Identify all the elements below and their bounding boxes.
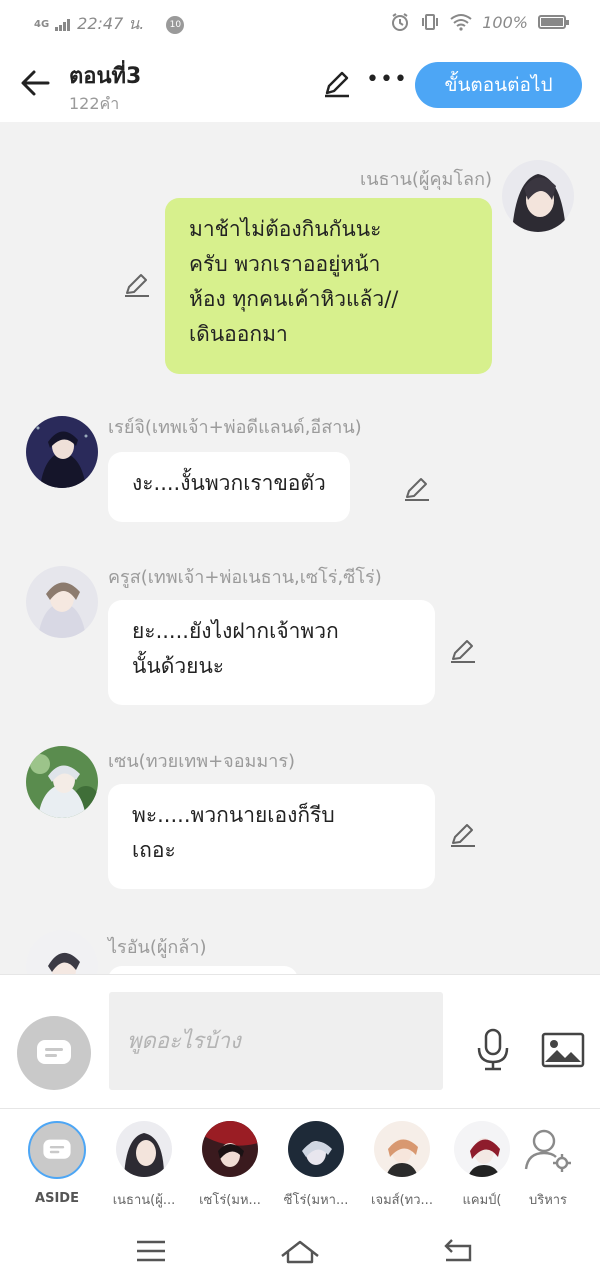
- message-line: ยะ.....ยังไงฝากเจ้าพวก: [132, 619, 339, 643]
- character-label: เนธาน(ผู้...: [112, 1193, 176, 1208]
- character-item[interactable]: เจมส์(ทว...: [360, 1121, 444, 1210]
- system-nav-bar: [0, 1216, 600, 1287]
- status-right: 100%: [390, 12, 569, 32]
- message-line: นั้นด้วยนะ: [132, 654, 225, 678]
- message-item: เซน(ทวยเทพ+จอมมาร) พะ.....พวกนายเองก็รีบ…: [0, 746, 600, 896]
- microphone-icon[interactable]: [473, 1028, 513, 1072]
- pencil-icon[interactable]: [322, 68, 352, 98]
- page-title: ตอนที่3: [69, 64, 142, 89]
- character-bar: ASIDE เนธาน(ผู้... เซโร่(มห... ซีโร่(มหา…: [0, 1108, 600, 1216]
- message-bubble[interactable]: งะ....งั้นพวกเราขอตัว: [108, 452, 350, 522]
- status-bar: 4G 22:47 น. 10 100%: [0, 0, 600, 48]
- word-count: 122คำ: [69, 94, 120, 113]
- menu-icon[interactable]: [131, 1236, 171, 1266]
- speaker-name: ครูส(เทพเจ้า+พ่อเนธาน,เซโร่,ซีโร่): [108, 567, 382, 588]
- chat-area: เนธาน(ผู้คุมโลก) มาช้าไม่ต้องกินกันนะ คร…: [0, 122, 600, 974]
- next-step-button[interactable]: ขั้นตอนต่อไป: [415, 62, 582, 108]
- notification-badge: 10: [166, 15, 185, 34]
- back-nav-icon[interactable]: [438, 1236, 478, 1266]
- status-left: 4G 22:47 น. 10: [34, 12, 185, 37]
- message-line: เถอะ: [132, 838, 176, 862]
- avatar: [288, 1121, 344, 1177]
- character-item[interactable]: ซีโร่(มหา...: [274, 1121, 358, 1210]
- character-label: ASIDE: [35, 1191, 79, 1206]
- status-time: 22:47 น.: [77, 14, 145, 33]
- character-aside[interactable]: ASIDE: [15, 1121, 99, 1206]
- message-item: เรย์จิ(เทพเจ้า+พ่อดีแลนด์,อีสาน) งะ....ง…: [0, 412, 600, 532]
- composer: [0, 974, 600, 1108]
- message-line: ครับ พวกเราออยู่หน้า: [189, 252, 381, 276]
- message-line: ห้อง ทุกคนเค้าหิวแล้ว//: [189, 287, 399, 311]
- home-icon[interactable]: [280, 1236, 320, 1266]
- character-item[interactable]: เซโร่(มห...: [188, 1121, 272, 1210]
- image-icon[interactable]: [541, 1032, 585, 1068]
- aside-toggle-button[interactable]: [17, 1016, 91, 1090]
- manage-characters-button[interactable]: บริหาร: [506, 1121, 590, 1210]
- avatar: [454, 1121, 510, 1177]
- message-line: พะ.....พวกนายเองก็รีบ: [132, 803, 335, 827]
- message-input[interactable]: [109, 992, 443, 1090]
- character-label: เซโร่(มห...: [199, 1193, 261, 1208]
- aside-chat-icon: [43, 1139, 71, 1159]
- character-label: บริหาร: [528, 1193, 568, 1208]
- back-arrow-icon[interactable]: [18, 66, 52, 100]
- avatar[interactable]: [26, 566, 98, 638]
- aside-chat-icon: [37, 1040, 71, 1064]
- top-app-bar: ตอนที่3 122คำ ••• ขั้นตอนต่อไป: [0, 48, 600, 122]
- more-icon[interactable]: •••: [366, 68, 407, 98]
- message-line: เดินออกมา: [189, 322, 288, 346]
- avatar[interactable]: [502, 160, 574, 232]
- signal-icon: [55, 18, 71, 31]
- battery-icon: [538, 15, 569, 29]
- manage-user-icon: [520, 1121, 576, 1177]
- speaker-name: เซน(ทวยเทพ+จอมมาร): [108, 751, 296, 772]
- character-item[interactable]: เนธาน(ผู้...: [102, 1121, 186, 1210]
- network-indicator: 4G: [34, 18, 50, 30]
- vibrate-icon: [422, 14, 439, 30]
- message-bubble[interactable]: [108, 966, 298, 974]
- avatar: [374, 1121, 430, 1177]
- message-item: เนธาน(ผู้คุมโลก) มาช้าไม่ต้องกินกันนะ คร…: [0, 122, 600, 382]
- message-bubble[interactable]: พะ.....พวกนายเองก็รีบ เถอะ: [108, 784, 435, 889]
- message-bubble[interactable]: มาช้าไม่ต้องกินกันนะ ครับ พวกเราออยู่หน้…: [165, 198, 492, 374]
- speaker-name: เรย์จิ(เทพเจ้า+พ่อดีแลนด์,อีสาน): [108, 417, 362, 438]
- battery-percent: 100%: [482, 12, 528, 32]
- message-bubble[interactable]: ยะ.....ยังไงฝากเจ้าพวก นั้นด้วยนะ: [108, 600, 435, 705]
- message-item: ครูส(เทพเจ้า+พ่อเนธาน,เซโร่,ซีโร่) ยะ...…: [0, 562, 600, 712]
- alarm-icon: [392, 13, 409, 31]
- pencil-icon[interactable]: [122, 270, 152, 300]
- pencil-icon[interactable]: [448, 636, 478, 666]
- message-line: มาช้าไม่ต้องกินกันนะ: [189, 217, 382, 241]
- avatar[interactable]: [26, 930, 98, 974]
- speaker-name: ไรอัน(ผู้กล้า): [108, 937, 207, 958]
- avatar[interactable]: [26, 746, 98, 818]
- avatar: [116, 1121, 172, 1177]
- character-label: ซีโร่(มหา...: [283, 1193, 349, 1208]
- wifi-icon: [450, 14, 472, 31]
- character-label: เจมส์(ทว...: [371, 1193, 433, 1208]
- pencil-icon[interactable]: [448, 820, 478, 850]
- pencil-icon[interactable]: [402, 474, 432, 504]
- avatar[interactable]: [26, 416, 98, 488]
- message-line: งะ....งั้นพวกเราขอตัว: [132, 471, 326, 495]
- avatar: [202, 1121, 258, 1177]
- speaker-name: เนธาน(ผู้คุมโลก): [360, 169, 492, 190]
- aside-avatar: [28, 1121, 86, 1179]
- message-item: ไรอัน(ผู้กล้า): [0, 930, 600, 974]
